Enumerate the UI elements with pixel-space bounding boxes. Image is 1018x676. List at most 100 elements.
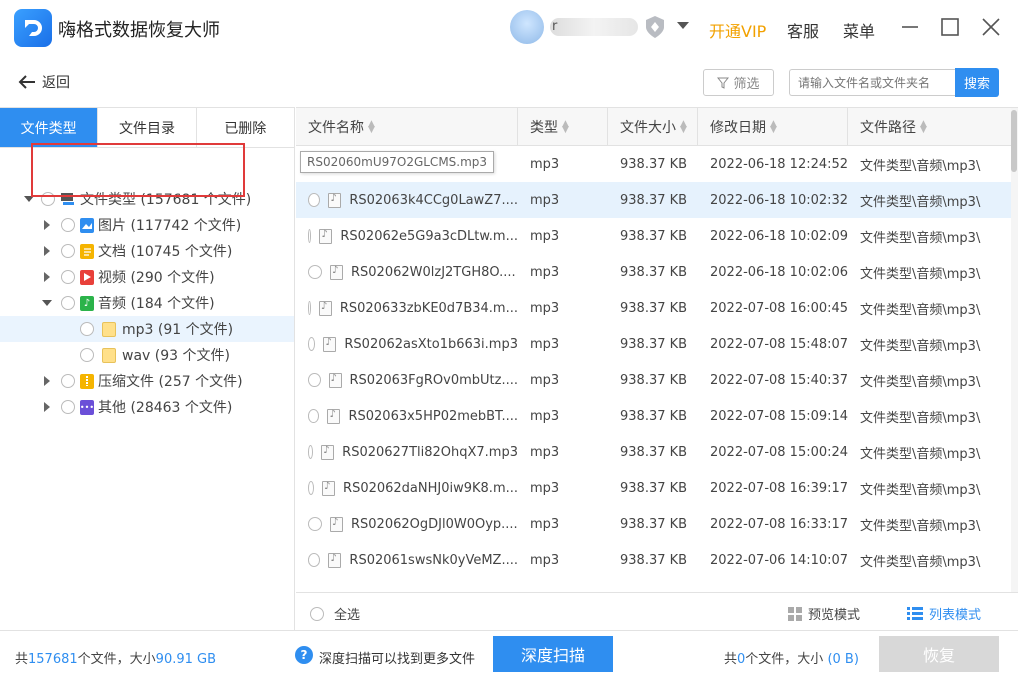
select-all-checkbox[interactable]: 全选: [310, 604, 360, 623]
table-row[interactable]: RS02063x5HP02mebBT.... mp3 938.37 KB 2022-0…: [296, 398, 1012, 434]
column-header-name[interactable]: 文件名称 ▲ ▼: [296, 108, 518, 146]
preview-mode-label: 预览模式: [808, 608, 861, 623]
cell-type: mp3: [530, 552, 560, 568]
scrollbar-thumb[interactable]: [1011, 110, 1017, 172]
table-row[interactable]: RS02061swsNk0yVeMZ.... mp3 938.37 KB 2022-0…: [296, 542, 1012, 578]
row-radio[interactable]: [308, 265, 322, 279]
deep-scan-button[interactable]: 深度扫描: [493, 636, 613, 672]
cell-size: 938.37 KB: [620, 444, 688, 460]
cell-size: 938.37 KB: [620, 156, 688, 172]
cell-type: mp3: [530, 408, 560, 424]
table-row[interactable]: RS02062OgDJl0W0Oyp.... mp3 938.37 KB 2022-0…: [296, 506, 1012, 542]
search-input[interactable]: [789, 69, 955, 96]
table-row[interactable]: RS02062daNHJ0iw9K8.m... mp3 938.37 KB 2022-…: [296, 470, 1012, 506]
sort-icon[interactable]: ▲ ▼: [770, 120, 777, 135]
column-header-label: 类型: [530, 120, 558, 136]
column-header-type[interactable]: 类型 ▲ ▼: [518, 108, 608, 146]
row-radio[interactable]: [308, 193, 321, 207]
table-row[interactable]: RS02063k4CCg0LawZ7.... mp3 938.37 KB 2022-0…: [296, 182, 1012, 218]
table-row[interactable]: RS02063FgROv0mbUtz.... mp3 938.37 KB 2022-0…: [296, 362, 1012, 398]
row-radio[interactable]: [308, 445, 314, 459]
column-header-size[interactable]: 文件大小 ▲ ▼: [608, 108, 698, 146]
row-radio[interactable]: [308, 301, 311, 315]
column-header-date[interactable]: 修改日期 ▲ ▼: [698, 108, 848, 146]
menu-link[interactable]: 菜单: [843, 18, 875, 42]
summary-text: 共: [15, 652, 29, 667]
tree-item-documents[interactable]: 文档 (10745 个文件): [41, 238, 232, 264]
row-radio[interactable]: [308, 373, 321, 387]
expand-arrow-icon[interactable]: [41, 245, 53, 257]
tab-file-type[interactable]: 文件类型: [0, 108, 99, 147]
list-mode-button[interactable]: 列表模式: [907, 604, 981, 623]
collapse-arrow-icon[interactable]: [41, 297, 53, 309]
filter-icon: [717, 77, 730, 89]
table-row[interactable]: RS02062e5G9a3cDLtw.m... mp3 938.37 KB 2022-…: [296, 218, 1012, 254]
filter-button[interactable]: 筛选: [703, 69, 774, 96]
tab-file-directory[interactable]: 文件目录: [98, 108, 197, 147]
row-radio[interactable]: [308, 553, 321, 567]
preview-mode-button[interactable]: 预览模式: [788, 604, 860, 623]
sort-icon[interactable]: ▲ ▼: [562, 120, 569, 135]
table-scrollbar[interactable]: [1011, 108, 1018, 592]
expand-arrow-icon[interactable]: [41, 219, 53, 231]
maximize-icon[interactable]: [937, 14, 963, 40]
sort-icon[interactable]: ▲ ▼: [368, 120, 375, 135]
user-dropdown-icon[interactable]: [677, 22, 689, 29]
tree-item-archives[interactable]: 压缩文件 (257 个文件): [41, 368, 243, 394]
help-icon[interactable]: ?: [295, 646, 313, 664]
minimize-icon[interactable]: [897, 14, 923, 40]
tree-radio[interactable]: [61, 374, 75, 388]
tree-item-audio[interactable]: ♪ 音频 (184 个文件): [41, 290, 215, 316]
tree-item-videos[interactable]: 视频 (290 个文件): [41, 264, 215, 290]
row-radio[interactable]: [308, 337, 316, 351]
cell-size: 938.37 KB: [620, 480, 688, 496]
image-icon: [80, 217, 94, 233]
audio-file-icon: [330, 516, 343, 532]
sort-icon[interactable]: ▲ ▼: [920, 120, 927, 135]
open-vip-link[interactable]: 开通VIP: [709, 18, 766, 42]
tree-radio[interactable]: [80, 348, 94, 362]
tree-item-mp3[interactable]: mp3 (91 个文件): [0, 316, 294, 342]
tree-item-other[interactable]: ••• 其他 (28463 个文件): [41, 394, 232, 420]
row-radio[interactable]: [308, 229, 312, 243]
tree-radio[interactable]: [61, 270, 75, 284]
row-radio[interactable]: [308, 517, 322, 531]
expand-arrow-icon[interactable]: [41, 375, 53, 387]
tree-label: 视频 (290 个文件): [98, 270, 215, 286]
sort-icon[interactable]: ▲ ▼: [680, 120, 687, 135]
cell-type: mp3: [530, 156, 560, 172]
cell-date: 2022-07-08 15:40:37: [710, 372, 848, 388]
folder-icon: [102, 347, 116, 363]
username[interactable]: r: [550, 18, 638, 36]
tree-radio[interactable]: [61, 296, 75, 310]
title-bar: 嗨格式数据恢复大师 r 开通VIP 客服 菜单: [0, 0, 1018, 56]
user-avatar[interactable]: [510, 10, 544, 44]
tree-radio[interactable]: [61, 244, 75, 258]
tree-radio[interactable]: [61, 218, 75, 232]
table-row[interactable]: RS020627Tli82OhqX7.mp3 mp3 938.37 KB 2022-0…: [296, 434, 1012, 470]
table-row[interactable]: RS020633zbKE0d7B34.m... mp3 938.37 KB 2022-…: [296, 290, 1012, 326]
search-button[interactable]: 搜索: [955, 68, 999, 97]
tree-radio[interactable]: [61, 400, 75, 414]
tree-radio[interactable]: [80, 322, 94, 336]
cell-path: 文件类型\音频\mp3\: [860, 158, 981, 174]
table-row[interactable]: RS02062asXto1b663i.mp3 mp3 938.37 KB 2022-0…: [296, 326, 1012, 362]
back-button[interactable]: 返回: [18, 72, 70, 92]
cell-date: 2022-07-08 15:09:14: [710, 408, 848, 424]
tree-item-wav[interactable]: wav (93 个文件): [0, 342, 230, 368]
cell-size: 938.37 KB: [620, 516, 688, 532]
table-row[interactable]: RS02062W0lzJ2TGH8O.... mp3 938.37 KB 2022-0…: [296, 254, 1012, 290]
tree-item-images[interactable]: 图片 (117742 个文件): [41, 212, 241, 238]
customer-service-link[interactable]: 客服: [787, 18, 819, 42]
expand-arrow-icon[interactable]: [41, 271, 53, 283]
column-header-path[interactable]: 文件路径 ▲ ▼: [848, 108, 1018, 146]
status-bar: 共157681个文件，大小90.91 GB ? 深度扫描可以找到更多文件 深度扫…: [0, 630, 1018, 676]
tab-deleted[interactable]: 已删除: [197, 108, 294, 147]
expand-arrow-icon[interactable]: [41, 401, 53, 413]
row-radio[interactable]: [308, 481, 315, 495]
app-window: 嗨格式数据恢复大师 r 开通VIP 客服 菜单 返回 筛选 搜索 文件类型 文件: [0, 0, 1018, 676]
row-radio[interactable]: [308, 409, 320, 423]
close-icon[interactable]: [978, 14, 1004, 40]
recover-button[interactable]: 恢复: [879, 636, 999, 672]
select-all-radio[interactable]: [310, 606, 324, 621]
